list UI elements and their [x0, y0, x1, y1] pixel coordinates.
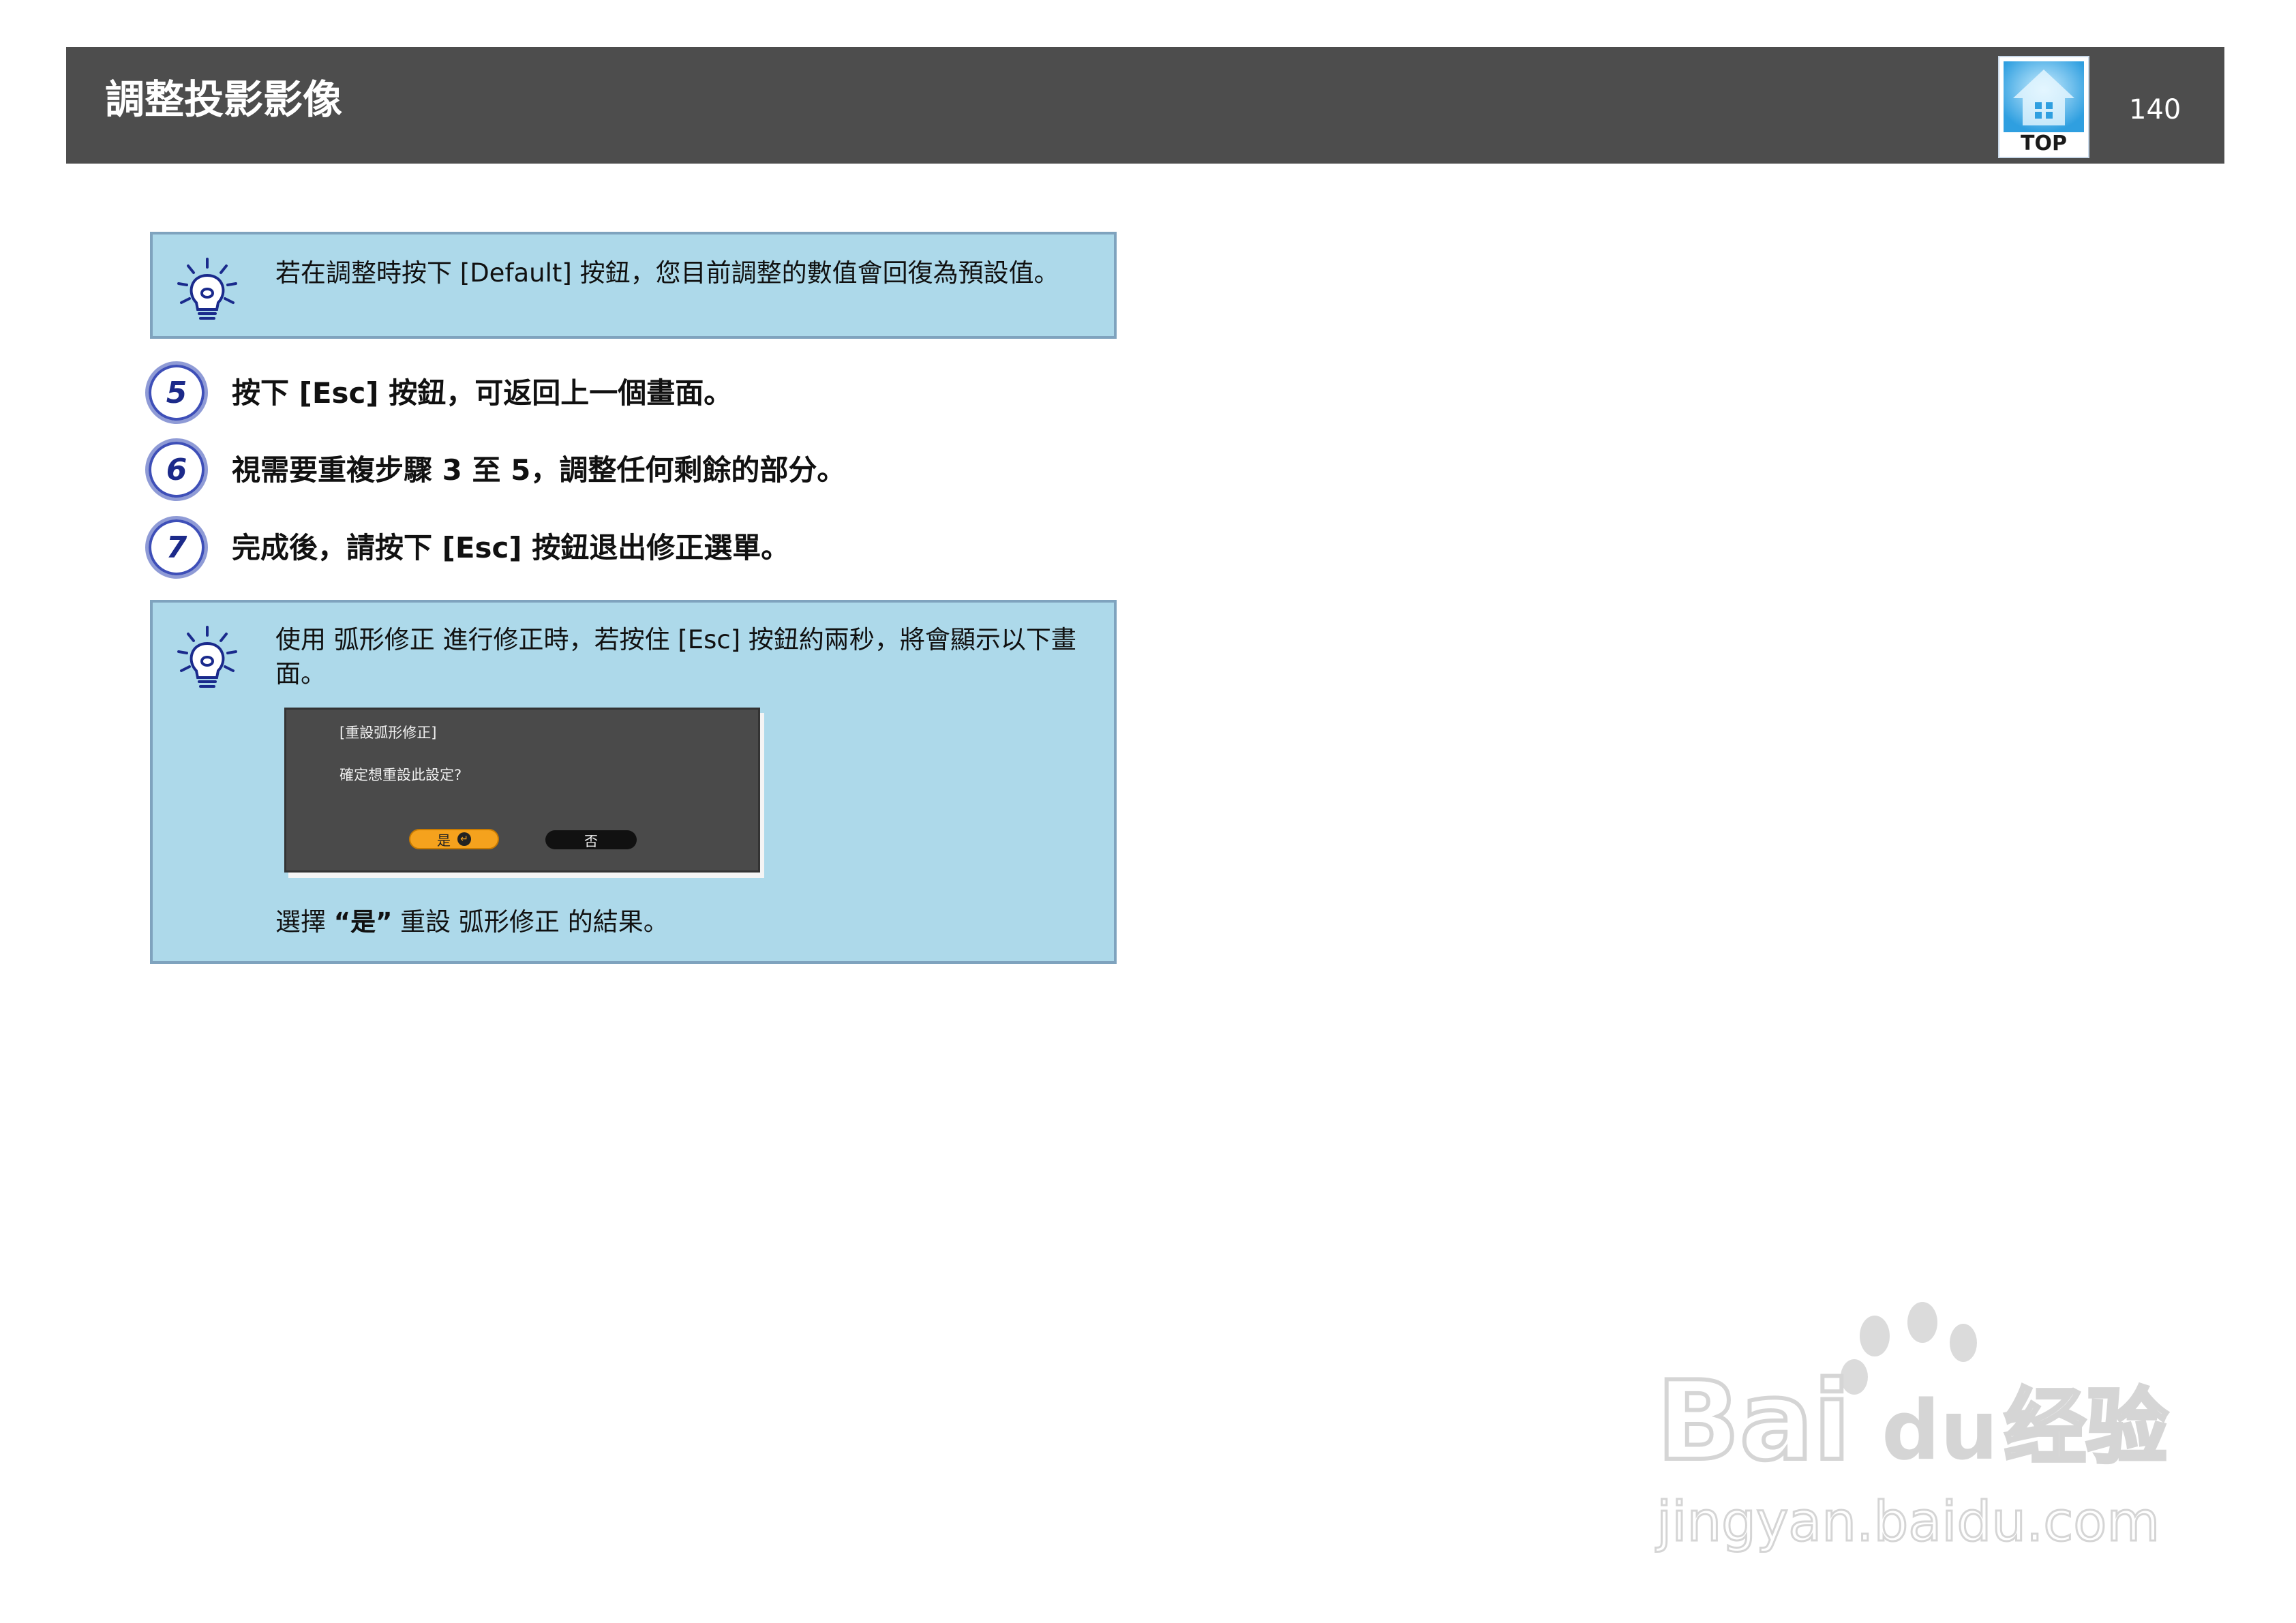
dialog-no-button[interactable]: 否 — [545, 830, 637, 849]
watermark-du: du — [1882, 1384, 1998, 1478]
watermark-latin: Bai — [1657, 1357, 1851, 1485]
step-text: 按下 [Esc] 按鈕，可返回上一個畫面。 — [232, 376, 733, 410]
page-number: 140 — [2129, 94, 2181, 125]
tip-text: 若在調整時按下 [Default] 按鈕，您目前調整的數值會回復為預設值。 — [275, 258, 1059, 288]
step-text: 視需要重複步驟 3 至 5，調整任何剩餘的部分。 — [232, 453, 846, 487]
step-number-badge: 6 — [145, 438, 208, 501]
step-6: 6 視需要重複步驟 3 至 5，調整任何剩餘的部分。 — [145, 438, 1168, 501]
step-5: 5 按下 [Esc] 按鈕，可返回上一個畫面。 — [145, 361, 1168, 424]
step-text: 完成後，請按下 [Esc] 按鈕退出修正選單。 — [232, 531, 790, 564]
dialog-title: [重設弧形修正] — [339, 725, 437, 741]
top-label: TOP — [2021, 132, 2067, 155]
tip-note-default: 若在調整時按下 [Default] 按鈕，您目前調整的數值會回復為預設值。 — [150, 232, 1117, 339]
tip-note-arc-reset: 使用 弧形修正 進行修正時，若按住 [Esc] 按鈕約兩秒，將會顯示以下畫面。 … — [150, 600, 1117, 964]
yes-label: 是 — [437, 832, 451, 849]
watermark-url: jingyan.baidu.com — [1655, 1490, 2160, 1553]
enter-icon: ↵ — [457, 832, 471, 846]
tip-text: 使用 弧形修正 進行修正時，若按住 [Esc] 按鈕約兩秒，將會顯示以下畫面。 — [275, 625, 1076, 688]
dialog-yes-button[interactable]: 是 ↵ — [409, 829, 499, 849]
watermark-cjk: 经验 — [2004, 1380, 2168, 1475]
baidu-watermark: Bai du 经验 jingyan.baidu.com — [1655, 1302, 2170, 1555]
dialog-question: 確定想重設此設定? — [339, 767, 462, 783]
page-header: 調整投影影像 TOP 140 — [66, 47, 2224, 164]
step-7: 7 完成後，請按下 [Esc] 按鈕退出修正選單。 — [145, 516, 1168, 579]
lightbulb-icon — [177, 258, 237, 320]
page-title: 調整投影影像 — [105, 76, 343, 123]
top-button[interactable]: TOP — [1998, 56, 2089, 158]
lightbulb-icon — [177, 626, 237, 688]
tip-result-text: 選擇 “是” 重設 弧形修正 的結果。 — [275, 907, 669, 937]
step-number-badge: 5 — [145, 361, 208, 424]
reset-dialog-screenshot: [重設弧形修正] 確定想重設此設定? 是 ↵ 否 — [284, 708, 760, 873]
step-number-badge: 7 — [145, 516, 208, 579]
no-label: 否 — [584, 832, 598, 849]
